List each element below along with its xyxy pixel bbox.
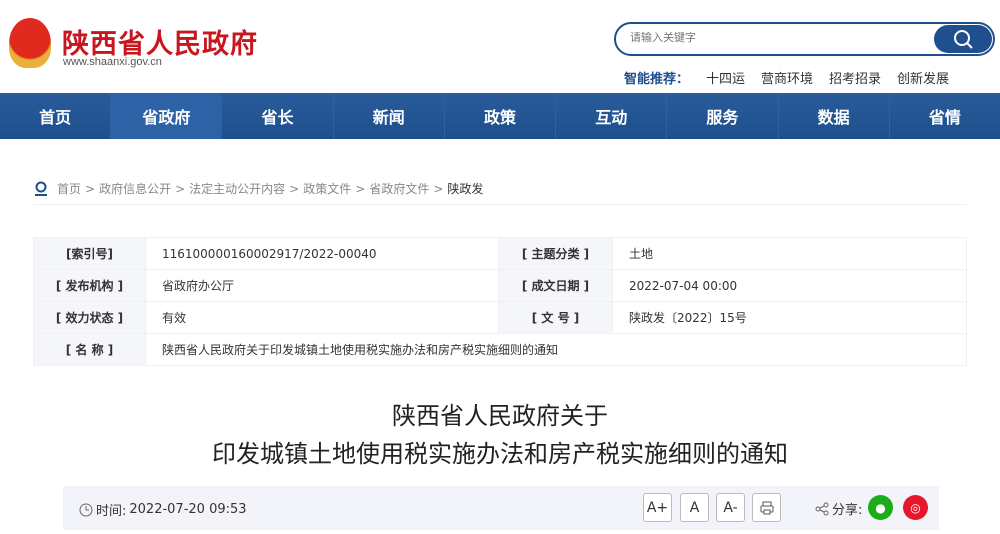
meta-label: [ 主题分类 ] — [499, 238, 613, 270]
font-decrease-button[interactable]: A- — [716, 493, 745, 522]
search-button[interactable] — [934, 25, 992, 53]
site-url: www.shaanxi.gov.cn — [63, 56, 162, 68]
breadcrumb: 首页> 政府信息公开> 法定主动公开内容> 政策文件> 省政府文件> 陕政发 — [33, 180, 483, 197]
meta-value: 土地 — [613, 238, 967, 270]
nav-province-info[interactable]: 省情 — [890, 93, 1000, 139]
table-row: [索引号] 11610000016000291​7/2022-00040 [ 主… — [34, 238, 967, 270]
breadcrumb-link[interactable]: 政府信息公开 — [99, 180, 171, 197]
meta-label: [ 效力状态 ] — [34, 302, 146, 334]
time-label: 时间: — [96, 500, 126, 519]
recommendations: 智能推荐： 十四运 营商环境 招考招录 创新发展 — [624, 68, 965, 87]
meta-label: [ 成文日期 ] — [499, 270, 613, 302]
breadcrumb-link[interactable]: 首页 — [57, 180, 81, 197]
document-meta-table: [索引号] 11610000016000291​7/2022-00040 [ 主… — [33, 237, 967, 366]
breadcrumb-current[interactable]: 陕政发 — [447, 180, 483, 197]
nav-data[interactable]: 数据 — [779, 93, 890, 139]
search-input[interactable] — [630, 32, 910, 44]
font-normal-button[interactable]: A — [680, 493, 709, 522]
recommend-label: 智能推荐： — [624, 68, 706, 87]
nav-news[interactable]: 新闻 — [334, 93, 445, 139]
meta-label: [ 文 号 ] — [499, 302, 613, 334]
article-title-line2: 印发城镇土地使用税实施办法和房产税实施细则的通知 — [0, 434, 1000, 469]
share-icon — [815, 502, 829, 516]
divider — [33, 204, 967, 205]
share: 分享: — [815, 499, 862, 518]
table-row: [ 效力状态 ] 有效 [ 文 号 ] 陕政发〔2022〕15号 — [34, 302, 967, 334]
nav-policy[interactable]: 政策 — [445, 93, 556, 139]
main-nav: 首页 省政府 省长 新闻 政策 互动 服务 数据 省情 — [0, 93, 1000, 139]
recommend-link[interactable]: 招考招录 — [829, 68, 881, 87]
font-increase-button[interactable]: A+ — [643, 493, 672, 522]
article-toolbar: 时间: 2022-07-20 09:53 A+ A A- 分享: ● ◎ — [63, 486, 939, 530]
recommend-link[interactable]: 营商环境 — [761, 68, 813, 87]
meta-value: 有效 — [146, 302, 499, 334]
time-value: 2022-07-20 09:53 — [129, 502, 246, 517]
meta-value: 11610000016000291​7/2022-00040 — [146, 238, 499, 270]
publish-time: 时间: 2022-07-20 09:53 — [79, 500, 247, 519]
search-icon — [952, 28, 974, 50]
clock-icon — [79, 503, 93, 517]
nav-home[interactable]: 首页 — [0, 93, 111, 139]
article-title-line1: 陕西省人民政府关于 — [0, 396, 1000, 431]
print-button[interactable] — [752, 493, 781, 522]
breadcrumb-link[interactable]: 法定主动公开内容 — [189, 180, 285, 197]
meta-value: 省政府办公厅 — [146, 270, 499, 302]
table-row: [ 发布机构 ] 省政府办公厅 [ 成文日期 ] 2022-07-04 00:0… — [34, 270, 967, 302]
meta-value: 2022-07-04 00:00 — [613, 270, 967, 302]
meta-value: 陕西省人民政府关于印发城镇土地使用税实施办法和房产税实施细则的通知 — [146, 334, 967, 366]
breadcrumb-link[interactable]: 政策文件 — [303, 180, 351, 197]
search-box — [614, 22, 995, 56]
meta-label: [ 发布机构 ] — [34, 270, 146, 302]
location-pin-icon — [33, 181, 49, 197]
nav-service[interactable]: 服务 — [667, 93, 778, 139]
meta-label: [索引号] — [34, 238, 146, 270]
weibo-share-icon[interactable]: ◎ — [903, 495, 928, 520]
table-row: [ 名 称 ] 陕西省人民政府关于印发城镇土地使用税实施办法和房产税实施细则的通… — [34, 334, 967, 366]
wechat-share-icon[interactable]: ● — [868, 495, 893, 520]
breadcrumb-link[interactable]: 省政府文件 — [369, 180, 429, 197]
share-label: 分享: — [832, 499, 862, 518]
meta-label: [ 名 称 ] — [34, 334, 146, 366]
printer-icon — [759, 500, 775, 516]
national-emblem-logo — [9, 18, 51, 68]
nav-provincial-gov[interactable]: 省政府 — [111, 93, 222, 139]
recommend-link[interactable]: 创新发展 — [897, 68, 949, 87]
meta-value: 陕政发〔2022〕15号 — [613, 302, 967, 334]
recommend-link[interactable]: 十四运 — [706, 68, 745, 87]
nav-governor[interactable]: 省长 — [222, 93, 333, 139]
nav-interaction[interactable]: 互动 — [556, 93, 667, 139]
